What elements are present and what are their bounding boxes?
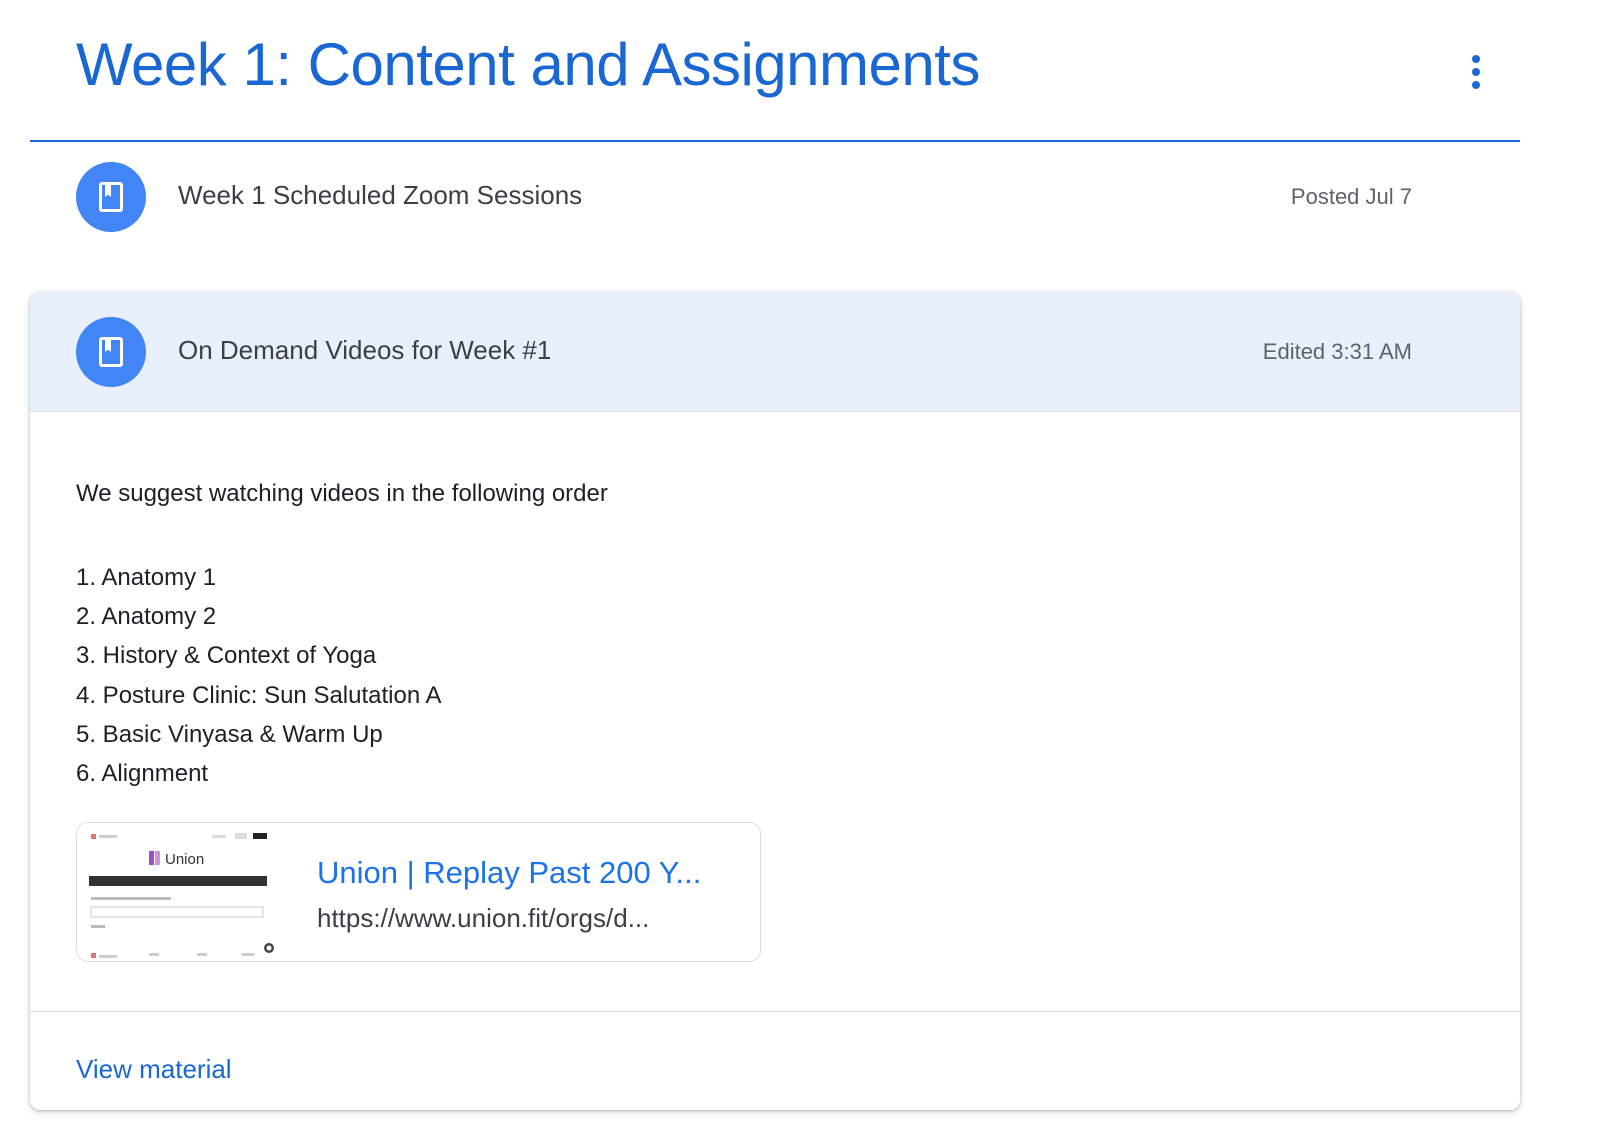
video-order-list: 1. Anatomy 1 2. Anatomy 2 3. History & C…	[76, 558, 442, 793]
material-card-expanded: On Demand Videos for Week #1 Edited 3:31…	[30, 292, 1520, 1110]
classwork-page: Week 1: Content and Assignments Week 1 S…	[0, 0, 1600, 1140]
card-footer: View material	[30, 1012, 1520, 1110]
edited-time: Edited 3:31 AM	[1262, 339, 1412, 364]
book-icon	[76, 162, 146, 232]
material-description: We suggest watching videos in the follow…	[30, 412, 1520, 1012]
material-title: On Demand Videos for Week #1	[178, 335, 552, 365]
posted-date: Posted Jul 7	[1290, 184, 1412, 209]
link-attachment[interactable]: Union Union | Replay Past 200 Y... https…	[76, 822, 761, 962]
list-item: 6. Alignment	[76, 760, 209, 788]
thumbnail-brand: Union	[165, 851, 204, 868]
list-item: 1. Anatomy 1	[76, 564, 217, 591]
list-item: 5. Basic Vinyasa & Warm Up	[76, 720, 383, 748]
material-item-zoom-sessions[interactable]: Week 1 Scheduled Zoom Sessions Posted Ju…	[30, 152, 1520, 252]
link-url: https://www.union.fit/orgs/d...	[317, 903, 650, 933]
list-item: 2. Anatomy 2	[76, 603, 217, 631]
list-item: 4. Posture Clinic: Sun Salutation A	[76, 681, 442, 709]
book-icon	[76, 317, 146, 387]
link-title: Union | Replay Past 200 Y...	[317, 855, 702, 890]
link-thumbnail: Union	[77, 823, 287, 961]
description-intro: We suggest watching videos in the follow…	[76, 480, 608, 507]
topic-title: Week 1: Content and Assignments	[76, 31, 980, 98]
material-title: Week 1 Scheduled Zoom Sessions	[178, 180, 583, 210]
list-item: 3. History & Context of Yoga	[76, 642, 377, 670]
more-vert-icon[interactable]	[1460, 48, 1492, 96]
topic-header: Week 1: Content and Assignments	[30, 0, 1520, 142]
view-material-link[interactable]: View material	[76, 1054, 232, 1085]
material-item-on-demand-videos[interactable]: On Demand Videos for Week #1 Edited 3:31…	[30, 292, 1520, 412]
